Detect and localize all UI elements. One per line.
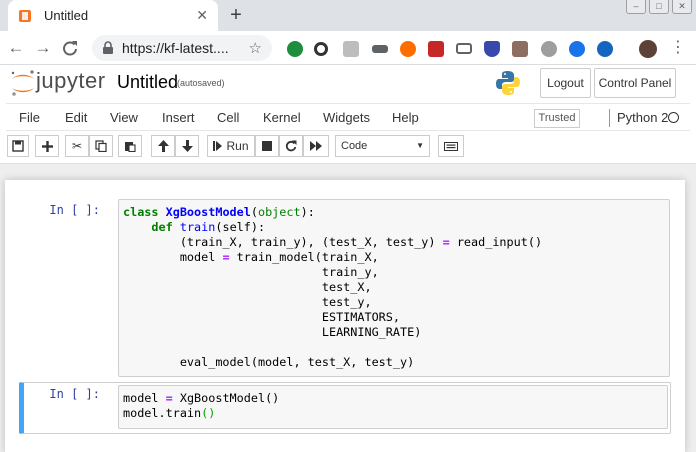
browser-tab-strip: Untitled ✕ + – □ ✕ [0,0,696,31]
extension-5-icon[interactable] [400,41,416,57]
minimize-window-icon[interactable]: – [626,0,646,14]
python-logo-icon [496,71,520,95]
extension-1-icon[interactable] [287,41,303,57]
run-all-icon[interactable] [303,135,329,157]
menu-kernel[interactable]: Kernel [263,110,301,125]
jupyter-favicon-icon [19,9,31,22]
code-cell-1[interactable]: In [ ]: class XgBoostModel(object): def … [19,198,671,378]
new-tab-icon[interactable]: + [226,4,246,26]
extension-8-icon[interactable] [484,41,500,57]
lock-icon [103,41,113,54]
browser-toolbar: ← → https://kf-latest.... ☆ ⋮ [0,31,696,65]
move-down-icon[interactable] [175,135,199,157]
move-up-icon[interactable] [151,135,175,157]
notebook-page: In [ ]: class XgBoostModel(object): def … [5,180,685,452]
menu-view[interactable]: View [110,110,138,125]
paste-icon[interactable] [118,135,142,157]
reload-icon[interactable] [60,38,80,58]
code-editor[interactable]: model = XgBoostModel() model.train() [119,386,667,426]
tab-title: Untitled [44,8,89,23]
close-tab-icon[interactable]: ✕ [196,7,208,24]
code-editor[interactable]: class XgBoostModel(object): def train(se… [119,200,669,375]
control-panel-button[interactable]: Control Panel [594,68,676,98]
maximize-window-icon[interactable]: □ [649,0,669,14]
cell-type-select[interactable]: Code ▼ [335,135,430,157]
keyboard-shortcuts-icon[interactable] [438,135,464,157]
menu-help[interactable]: Help [392,110,419,125]
code-input-area[interactable]: class XgBoostModel(object): def train(se… [118,199,670,377]
extension-7-icon[interactable] [456,43,472,54]
trusted-indicator[interactable]: Trusted [534,109,580,128]
close-window-icon[interactable]: ✕ [672,0,692,14]
extension-2-icon[interactable] [314,42,328,56]
menu-edit[interactable]: Edit [65,110,87,125]
notebook-toolbar: ✂ Run Code ▼ [0,131,696,163]
code-cell-2[interactable]: In [ ]: model = XgBoostModel() model.tra… [19,382,671,434]
bookmark-star-icon[interactable]: ☆ [249,39,262,57]
window-controls: – □ ✕ [626,0,692,14]
menu-widgets[interactable]: Widgets [323,110,370,125]
dropdown-arrow-icon: ▼ [416,141,424,150]
extension-4-icon[interactable] [372,45,388,53]
menu-insert[interactable]: Insert [162,110,195,125]
run-button[interactable]: Run [207,135,255,157]
menu-file[interactable]: File [19,110,40,125]
kernel-name[interactable]: Python 2 [617,110,668,125]
extension-10-icon[interactable] [541,41,557,57]
logout-button[interactable]: Logout [540,68,591,98]
copy-icon[interactable] [89,135,113,157]
notebook-title[interactable]: Untitled [117,72,178,93]
run-label: Run [226,139,249,153]
menu-cell[interactable]: Cell [217,110,239,125]
notebook-area: In [ ]: class XgBoostModel(object): def … [0,163,696,452]
profile-avatar[interactable] [639,40,657,58]
add-cell-icon[interactable] [35,135,59,157]
extension-6-icon[interactable] [428,41,444,57]
menubar: File Edit View Insert Cell Kernel Widget… [0,101,696,131]
jupyter-logo-icon[interactable] [8,68,38,98]
autosave-status: (autosaved) [177,78,225,88]
step-forward-icon [213,141,223,151]
url-text: https://kf-latest.... [122,40,229,56]
restart-kernel-icon[interactable] [279,135,303,157]
extension-11-icon[interactable] [569,41,585,57]
cell-prompt: In [ ]: [49,387,100,401]
browser-tab[interactable]: Untitled ✕ [8,0,218,31]
forward-arrow-icon[interactable]: → [33,38,53,58]
jupyter-header: jupyter Untitled (autosaved) Logout Cont… [0,65,696,101]
extension-12-icon[interactable] [597,41,613,57]
address-bar[interactable]: https://kf-latest.... ☆ [92,35,272,61]
kernel-separator [609,109,610,127]
back-arrow-icon[interactable]: ← [6,38,26,58]
browser-menu-icon[interactable]: ⋮ [670,40,686,56]
extension-3-icon[interactable] [343,41,359,57]
cell-prompt: In [ ]: [49,203,100,217]
extension-9-icon[interactable] [512,41,528,57]
save-icon[interactable] [7,135,29,157]
cell-type-value: Code [341,140,368,152]
code-input-area[interactable]: model = XgBoostModel() model.train() [118,385,668,429]
kernel-idle-icon [668,112,679,123]
jupyter-wordmark: jupyter [36,68,106,93]
interrupt-kernel-icon[interactable] [255,135,279,157]
cut-icon[interactable]: ✂ [65,135,89,157]
